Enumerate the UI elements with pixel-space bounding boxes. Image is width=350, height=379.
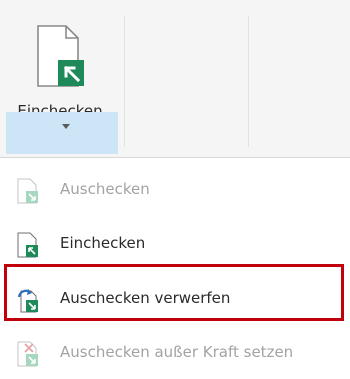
menu-item-discard-checkout[interactable]: Auschecken verwerfen [0,269,350,325]
ribbon: Einchecken [0,0,350,158]
checkin-dropdown-toggle[interactable] [6,112,118,154]
ribbon-separator [248,16,249,147]
checkin-dropdown-menu: Auschecken Einchecken Auschecken verwerf… [0,158,350,374]
menu-item-label: Einchecken [60,234,146,252]
checkin-icon [17,232,38,258]
checkout-icon [17,178,38,204]
checkin-icon [37,25,84,87]
override-checkout-icon [17,341,38,367]
menu-item-label: Auschecken verwerfen [60,289,231,307]
dropdown-arrow-icon [62,124,70,129]
menu-item-checkin[interactable]: Einchecken [0,214,350,270]
ribbon-separator [124,16,125,147]
discard-checkout-icon [17,289,38,313]
menu-item-override-checkout[interactable]: Auschecken außer Kraft setzen [0,323,350,379]
menu-item-label: Auschecken [60,180,150,198]
menu-item-label: Auschecken außer Kraft setzen [60,343,294,361]
menu-item-checkout[interactable]: Auschecken [0,160,350,216]
